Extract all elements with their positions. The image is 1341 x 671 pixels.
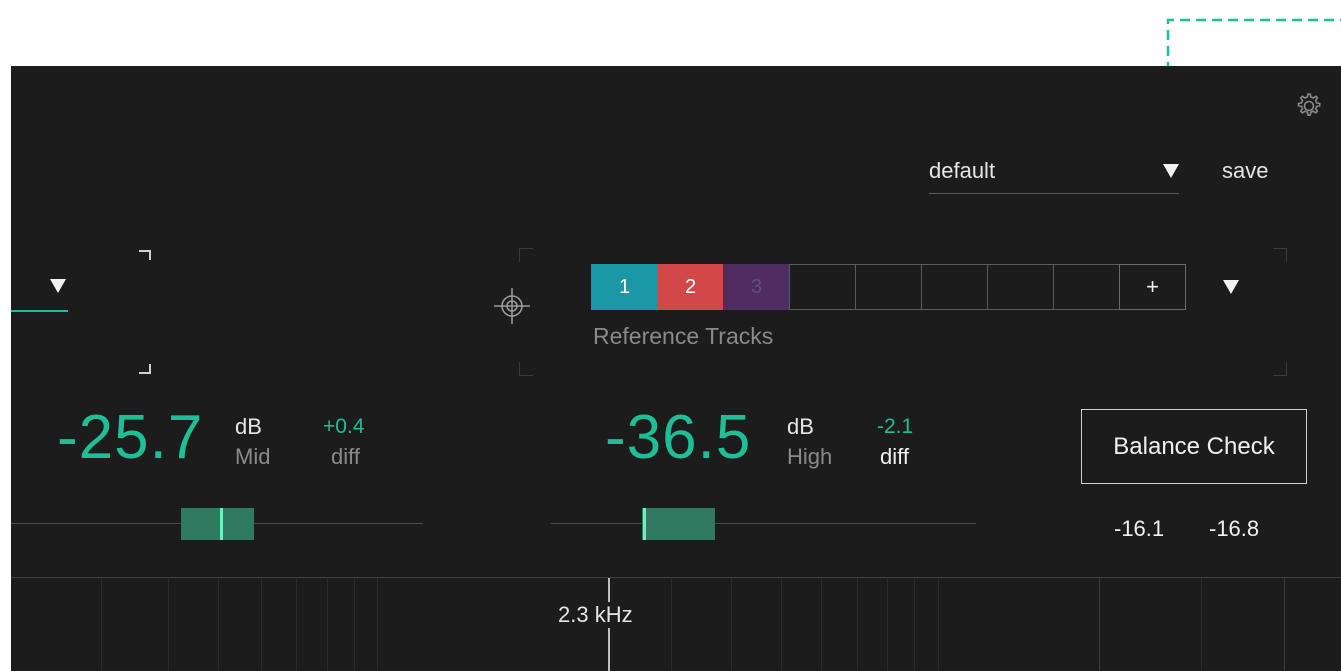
- mid-target-range: [181, 508, 254, 540]
- high-diff-label: diff: [880, 444, 909, 469]
- reference-track-2[interactable]: 2: [657, 264, 724, 310]
- ref-frame-bl: [519, 362, 533, 376]
- frequency-label: 2.3 kHz: [556, 602, 635, 628]
- spectrum-gridline: [1099, 578, 1100, 671]
- reference-track-empty[interactable]: [855, 264, 922, 310]
- preset-name: default: [929, 158, 996, 183]
- reference-track-empty[interactable]: [921, 264, 988, 310]
- high-band-label: High: [787, 444, 833, 469]
- bracket-top-right: [139, 250, 151, 260]
- high-target-range: [642, 508, 715, 540]
- reference-track-slots: 1 2 3 +: [591, 264, 1186, 310]
- balance-value-right: -16.8: [1209, 516, 1260, 541]
- reference-track-empty[interactable]: [789, 264, 856, 310]
- reference-track-1[interactable]: 1: [591, 264, 658, 310]
- bracket-bottom-right: [139, 364, 151, 374]
- preset-dropdown[interactable]: default: [929, 154, 1179, 194]
- mid-band-label: Mid: [235, 444, 271, 469]
- high-diff-value: -2.1: [877, 415, 914, 438]
- high-level-value: -36.5: [605, 403, 752, 472]
- ref-frame-tl: [519, 248, 533, 262]
- ref-frame-br: [1273, 362, 1287, 376]
- reference-dropdown-icon[interactable]: [1223, 280, 1239, 294]
- mid-level-value: -25.7: [57, 403, 204, 472]
- spectrum-display[interactable]: 2.3 kHz: [11, 577, 1341, 671]
- spectrum-gridline: [857, 578, 858, 671]
- spectrum-gridline: [821, 578, 822, 671]
- gear-icon[interactable]: [1293, 90, 1325, 122]
- spectrum-gridline: [296, 578, 297, 671]
- plugin-panel: default save 1 2 3 + Reference Tracks -2…: [11, 66, 1341, 671]
- reference-tracks-label: Reference Tracks: [593, 323, 774, 349]
- spectrum-gridline: [327, 578, 328, 671]
- mid-diff-value: +0.4: [323, 415, 365, 438]
- balance-value-left: -16.1: [1114, 516, 1165, 541]
- target-icon[interactable]: [492, 286, 532, 326]
- high-unit: dB: [787, 414, 814, 439]
- mid-level-marker: [220, 508, 223, 540]
- reference-track-empty[interactable]: [1053, 264, 1120, 310]
- dropdown-icon[interactable]: [1163, 164, 1179, 178]
- spectrum-gridline: [261, 578, 262, 671]
- mid-diff-label: diff: [331, 444, 360, 469]
- high-level-marker: [643, 508, 646, 540]
- band-dropdown-icon[interactable]: [50, 279, 66, 293]
- add-reference-track-button[interactable]: +: [1119, 264, 1186, 310]
- spectrum-gridline: [218, 578, 219, 671]
- mid-unit: dB: [235, 414, 262, 439]
- ref-frame-tr: [1273, 248, 1287, 262]
- spectrum-gridline: [354, 578, 355, 671]
- balance-check-button[interactable]: Balance Check: [1081, 409, 1307, 484]
- spectrum-gridline: [887, 578, 888, 671]
- spectrum-gridline: [101, 578, 102, 671]
- spectrum-gridline: [1284, 578, 1285, 671]
- spectrum-gridline: [914, 578, 915, 671]
- save-button[interactable]: save: [1222, 158, 1268, 184]
- spectrum-gridline: [781, 578, 782, 671]
- spectrum-gridline: [168, 578, 169, 671]
- high-balance-track: [551, 523, 976, 524]
- reference-track-3[interactable]: 3: [723, 264, 790, 310]
- spectrum-gridline: [377, 578, 378, 671]
- spectrum-gridline: [671, 578, 672, 671]
- band-selector-underline: [11, 310, 68, 312]
- reference-track-empty[interactable]: [987, 264, 1054, 310]
- spectrum-gridline: [938, 578, 939, 671]
- spectrum-gridline: [1201, 578, 1202, 671]
- spectrum-gridline: [731, 578, 732, 671]
